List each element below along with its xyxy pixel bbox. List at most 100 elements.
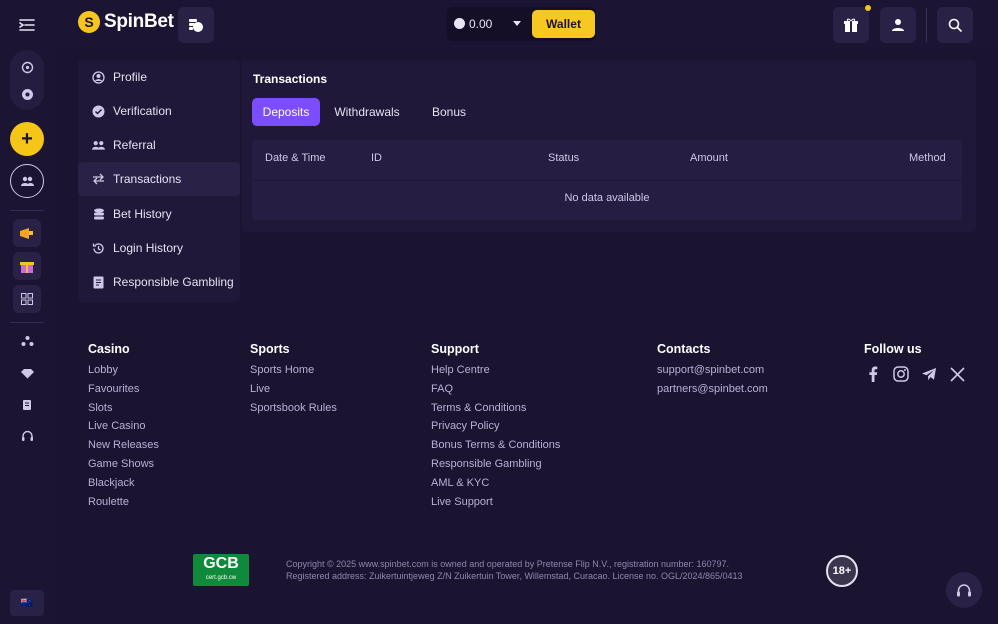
rail-divider (10, 322, 44, 323)
coins-stack-icon (92, 208, 105, 221)
tab-bonus[interactable]: Bonus (420, 98, 478, 126)
footer-support: Support Help Centre FAQ Terms & Conditio… (431, 342, 560, 511)
footer-link[interactable]: Live Casino (88, 417, 159, 436)
balance-value: 0.00 (469, 17, 493, 31)
menu-item-profile[interactable]: Profile (78, 60, 240, 94)
casino-chips-button[interactable] (178, 7, 214, 43)
footer-link[interactable]: Sports Home (250, 361, 337, 380)
footer-heading: Follow us (864, 342, 922, 356)
menu-item-bet-history[interactable]: Bet History (78, 197, 240, 231)
notepad-icon[interactable] (10, 392, 44, 418)
footer-link[interactable]: AML & KYC (431, 474, 560, 493)
partners-email-link[interactable]: partners@spinbet.com (657, 380, 768, 399)
copyright-line: Registered address: Zuikertuintjeweg Z/N… (286, 571, 743, 581)
menu-item-referral[interactable]: Referral (78, 128, 240, 162)
footer-heading: Support (431, 342, 479, 356)
facebook-icon[interactable] (864, 365, 882, 383)
social-links (864, 365, 966, 383)
casino-wheel-icon[interactable] (10, 54, 44, 80)
menu-item-label: Profile (113, 70, 148, 84)
x-icon[interactable] (948, 365, 966, 383)
transactions-table: Date & Time ID Status Amount Method No d… (252, 140, 962, 220)
gift-box-icon (20, 262, 34, 273)
menu-item-responsible-gambling[interactable]: Responsible Gambling (78, 265, 240, 299)
search-button[interactable] (937, 7, 973, 43)
menu-item-verification[interactable]: Verification (78, 94, 240, 128)
footer-link[interactable]: Slots (88, 399, 159, 418)
footer-link[interactable]: FAQ (431, 380, 560, 399)
footer-link[interactable]: Terms & Conditions (431, 399, 560, 418)
language-selector[interactable]: 🇳🇿 (10, 590, 44, 616)
footer-link[interactable]: New Releases (88, 436, 159, 455)
tab-withdrawals[interactable]: Withdrawals (328, 98, 406, 126)
notification-dot (865, 5, 871, 11)
transactions-panel: Transactions Deposits Withdrawals Bonus … (242, 60, 976, 232)
footer-heading: Sports (250, 342, 290, 356)
table-divider (252, 180, 962, 181)
footer-heading: Contacts (657, 342, 711, 356)
footer-link[interactable]: Lobby (88, 361, 159, 380)
menu-item-login-history[interactable]: Login History (78, 231, 240, 265)
footer-link[interactable]: Blackjack (88, 474, 159, 493)
top-bar: S SpinBet 0.00 Wallet (0, 0, 998, 50)
footer-link[interactable]: Bonus Terms & Conditions (431, 436, 560, 455)
column-id: ID (371, 152, 382, 164)
user-circle-icon (92, 70, 105, 84)
add-button[interactable]: + (10, 122, 44, 156)
column-status: Status (548, 152, 580, 164)
rail-divider (10, 210, 44, 211)
profile-button[interactable] (880, 7, 916, 43)
footer-link[interactable]: Responsible Gambling (431, 455, 560, 474)
footer-link[interactable]: Game Shows (88, 455, 159, 474)
footer-contacts: Contacts support@spinbet.com partners@sp… (657, 342, 768, 399)
column-method: Method (909, 152, 946, 164)
menu-item-label: Transactions (113, 172, 182, 186)
logo-mark-icon: S (78, 11, 100, 33)
brand-name: SpinBet (104, 11, 174, 32)
footer-sports: Sports Sports Home Live Sportsbook Rules (250, 342, 337, 417)
network-icon[interactable] (10, 328, 44, 354)
menu-collapse-icon[interactable] (14, 12, 40, 38)
headset-icon (957, 583, 971, 596)
gcb-certificate-badge[interactable]: GCB cert.gcb.cw (193, 554, 249, 586)
empty-state-text: No data available (564, 192, 650, 204)
footer-link[interactable]: Help Centre (431, 361, 560, 380)
all-games-button[interactable] (13, 285, 41, 313)
top-divider (926, 8, 927, 42)
megaphone-icon (20, 227, 33, 239)
footer-link[interactable]: Sportsbook Rules (250, 399, 337, 418)
menu-item-label: Responsible Gambling (113, 275, 234, 289)
footer-link[interactable]: Live Support (431, 493, 560, 512)
footer-link[interactable]: Roulette (88, 493, 159, 512)
instagram-icon[interactable] (892, 365, 910, 383)
wallet-button[interactable]: Wallet (532, 10, 595, 38)
footer-follow: Follow us (864, 342, 922, 361)
chevron-down-icon[interactable] (513, 21, 521, 26)
footer-link[interactable]: Favourites (88, 380, 159, 399)
column-amount: Amount (690, 152, 728, 164)
footer-link[interactable]: Live (250, 380, 337, 399)
support-email-link[interactable]: support@spinbet.com (657, 361, 768, 380)
menu-item-label: Referral (113, 138, 156, 152)
column-date-time: Date & Time (265, 152, 326, 164)
grid-icon (21, 293, 33, 305)
rewards-button[interactable] (13, 252, 41, 280)
live-support-button[interactable] (946, 572, 982, 608)
headset-icon[interactable] (10, 423, 44, 449)
diamond-icon[interactable] (10, 360, 44, 386)
footer-link[interactable]: Privacy Policy (431, 417, 560, 436)
tab-deposits[interactable]: Deposits (252, 98, 320, 126)
balance-selector[interactable]: 0.00 Wallet (447, 7, 596, 41)
community-button[interactable] (10, 164, 44, 198)
soccer-ball-icon[interactable] (10, 81, 44, 107)
footer-casino: Casino Lobby Favourites Slots Live Casin… (88, 342, 159, 511)
menu-item-transactions[interactable]: Transactions (78, 162, 240, 196)
coin-icon (454, 18, 465, 29)
copyright-text: Copyright © 2025 www.spinbet.com is owne… (286, 558, 743, 582)
gift-button[interactable] (833, 5, 871, 43)
brand-logo[interactable]: S SpinBet (78, 11, 174, 33)
telegram-icon[interactable] (920, 365, 938, 383)
users-icon (20, 176, 34, 186)
main-content: Profile Verification Referral Transactio… (54, 50, 998, 624)
promotions-button[interactable] (13, 219, 41, 247)
